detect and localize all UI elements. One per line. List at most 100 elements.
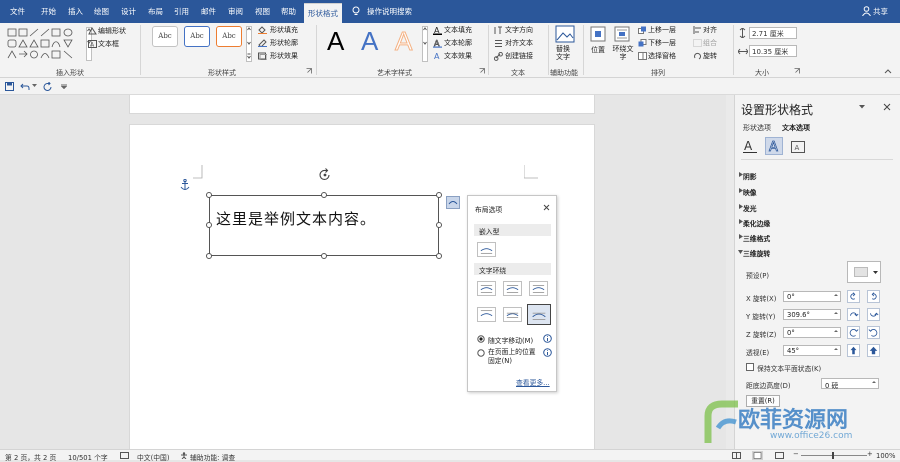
section-glow[interactable]: 发光: [743, 203, 757, 213]
wrap-through-option[interactable]: [529, 281, 548, 296]
shape-style-thumb-1[interactable]: Abc: [152, 26, 178, 47]
dialog-launcher-icon[interactable]: [479, 68, 485, 74]
resize-handle-top[interactable]: [321, 192, 327, 198]
text-fill-outline-icon[interactable]: A: [743, 139, 757, 154]
web-layout-icon[interactable]: [775, 452, 784, 459]
rotate-up-icon[interactable]: [847, 308, 860, 321]
zoom-out-button[interactable]: −: [793, 450, 799, 458]
text-box-shape[interactable]: 这里是举例文本内容。: [209, 195, 439, 256]
keep-flat-checkbox[interactable]: [746, 363, 754, 371]
vertical-scrollbar[interactable]: [726, 95, 734, 449]
resize-handle-bottom-left[interactable]: [206, 253, 212, 259]
shape-width-input[interactable]: 10.35 厘米: [749, 45, 797, 57]
style-gallery-scroll-icon[interactable]: [246, 26, 252, 62]
close-icon[interactable]: [883, 103, 891, 111]
resize-handle-bottom-right[interactable]: [436, 253, 442, 259]
resize-handle-top-left[interactable]: [206, 192, 212, 198]
dialog-launcher-icon[interactable]: [794, 68, 800, 74]
tab-review[interactable]: 审阅: [228, 6, 243, 17]
customize-qat-icon[interactable]: [61, 84, 67, 89]
wrap-top-bottom-option[interactable]: [477, 307, 496, 322]
word-count[interactable]: 10/501 个字: [68, 452, 108, 462]
tab-mailings[interactable]: 邮件: [201, 6, 216, 17]
position-button[interactable]: 位置: [591, 45, 605, 55]
zoom-level[interactable]: 100%: [876, 452, 895, 460]
text-direction-button[interactable]: 文字方向: [505, 25, 533, 35]
rotate-left-icon[interactable]: [847, 290, 860, 303]
tab-shape-options[interactable]: 形状选项: [743, 123, 771, 133]
radio-fix-position[interactable]: [477, 349, 485, 357]
shape-outline-button[interactable]: 形状轮廓: [270, 38, 298, 48]
collapse-ribbon-icon[interactable]: [884, 68, 892, 74]
resize-handle-bottom[interactable]: [321, 253, 327, 259]
move-with-text-label[interactable]: 随文字移动(M): [488, 335, 533, 345]
language[interactable]: 中文(中国): [137, 452, 170, 462]
resize-handle-left[interactable]: [206, 222, 212, 228]
alt-text-button[interactable]: 替换文字: [556, 45, 576, 61]
wrap-square-option[interactable]: [477, 281, 496, 296]
wordart-style-orange[interactable]: A: [394, 26, 412, 57]
send-backward-button[interactable]: 下移一层: [648, 38, 676, 48]
group-button[interactable]: 组合: [703, 38, 717, 48]
section-soft-edges[interactable]: 柔化边缘: [743, 218, 770, 228]
z-rotation-input[interactable]: 0°: [783, 327, 841, 338]
wordart-style-blue[interactable]: A: [361, 26, 378, 57]
shape-style-thumb-2[interactable]: Abc: [184, 26, 210, 47]
edit-shape-button[interactable]: 编辑形状: [98, 26, 126, 36]
shape-fill-button[interactable]: 形状填充: [270, 25, 298, 35]
textbox-layout-icon[interactable]: A: [791, 141, 805, 153]
tab-design[interactable]: 设计: [121, 6, 136, 17]
tab-home[interactable]: 开始: [41, 6, 56, 17]
close-icon[interactable]: [543, 204, 550, 211]
selection-pane-button[interactable]: 选择窗格: [648, 51, 676, 61]
dialog-launcher-icon[interactable]: [306, 68, 312, 74]
rotate-cw-icon[interactable]: [867, 326, 880, 339]
align-button[interactable]: 对齐: [703, 25, 717, 35]
fix-position-label[interactable]: 在页面上的位置固定(N): [488, 348, 540, 366]
wrap-in-front-option[interactable]: [527, 304, 551, 325]
resize-handle-top-right[interactable]: [436, 192, 442, 198]
tell-me-search[interactable]: 操作说明搜索: [367, 6, 412, 17]
rotate-down-icon[interactable]: [867, 308, 880, 321]
section-3d-format[interactable]: 三维格式: [743, 233, 770, 243]
create-link-button[interactable]: 创建链接: [505, 51, 533, 61]
y-rotation-input[interactable]: 309.6°: [783, 309, 841, 320]
shape-height-input[interactable]: 2.71 厘米: [749, 27, 797, 39]
shapes-gallery[interactable]: [6, 27, 82, 61]
undo-icon[interactable]: [20, 82, 30, 91]
read-mode-icon[interactable]: [732, 452, 741, 459]
zoom-slider[interactable]: [801, 455, 867, 456]
rotate-button[interactable]: 旋转: [703, 51, 717, 61]
keep-flat-label[interactable]: 保持文本平面状态(K): [757, 363, 821, 373]
align-text-button[interactable]: 对齐文本: [505, 38, 533, 48]
tab-view[interactable]: 视图: [255, 6, 270, 17]
rotate-right-icon[interactable]: [867, 290, 880, 303]
preset-dropdown[interactable]: [847, 261, 881, 283]
widen-field-icon[interactable]: [867, 344, 880, 357]
text-outline-button[interactable]: 文本轮廓: [444, 38, 472, 48]
see-more-link[interactable]: 查看更多...: [516, 377, 550, 387]
shape-effects-button[interactable]: 形状效果: [270, 51, 298, 61]
wrap-behind-text-option[interactable]: [503, 307, 522, 322]
accessibility-status[interactable]: 辅助功能: 调查: [190, 452, 235, 462]
info-icon[interactable]: [543, 334, 552, 343]
info-icon[interactable]: [543, 348, 552, 357]
x-rotation-input[interactable]: 0°: [783, 291, 841, 302]
bring-forward-button[interactable]: 上移一层: [648, 25, 676, 35]
tab-shape-format[interactable]: 形状格式: [304, 3, 342, 23]
section-reflection[interactable]: 映像: [743, 187, 757, 197]
text-fill-button[interactable]: 文本填充: [444, 25, 472, 35]
wrap-tight-option[interactable]: [503, 281, 522, 296]
zoom-slider-thumb[interactable]: [832, 452, 834, 459]
tab-references[interactable]: 引用: [174, 6, 189, 17]
text-box-content[interactable]: 这里是举例文本内容。: [216, 208, 376, 229]
radio-move-with-text[interactable]: [477, 335, 485, 343]
tab-insert[interactable]: 插入: [68, 6, 83, 17]
section-3d-rotation[interactable]: 三维旋转: [743, 248, 770, 258]
undo-dropdown-icon[interactable]: [32, 84, 37, 88]
proofing-icon[interactable]: [120, 452, 129, 459]
text-effects-button[interactable]: 文本效果: [444, 51, 472, 61]
save-icon[interactable]: [5, 82, 14, 91]
page-count[interactable]: 第 2 页，共 2 页: [5, 452, 56, 462]
tab-draw[interactable]: 绘图: [94, 6, 109, 17]
